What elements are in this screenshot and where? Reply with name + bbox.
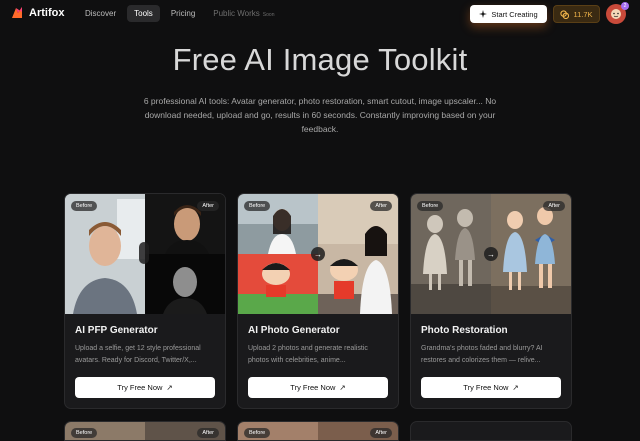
compare-handle-icon[interactable] xyxy=(139,242,149,264)
coins-icon xyxy=(560,9,570,19)
page-subtitle: 6 professional AI tools: Avatar generato… xyxy=(143,96,497,134)
tool-card-partial[interactable]: Before After xyxy=(64,421,226,441)
try-free-button[interactable]: Try Free Now ↗ xyxy=(75,377,215,398)
restored-photo-illustration xyxy=(491,194,571,314)
try-free-label: Try Free Now xyxy=(117,383,163,392)
credits-count: 11.7K xyxy=(573,9,593,19)
input-photos-illustration xyxy=(238,194,318,314)
nav-links: Discover Tools Pricing Public Works Soon xyxy=(78,5,281,22)
after-tag: After xyxy=(197,428,219,438)
after-tag: After xyxy=(197,201,219,211)
compare-arrow-icon[interactable]: → xyxy=(484,247,498,261)
generated-photo-illustration xyxy=(318,194,398,314)
card-description: Upload a selfie, get 12 style profession… xyxy=(75,345,201,364)
top-navbar: Artifox Discover Tools Pricing Public Wo… xyxy=(0,0,640,28)
card-description: Upload 2 photos and generate realistic p… xyxy=(248,345,368,364)
before-image xyxy=(238,194,318,314)
after-image xyxy=(491,194,571,314)
after-tag: After xyxy=(370,201,392,211)
before-after-preview: Before After → xyxy=(238,194,398,314)
try-free-button[interactable]: Try Free Now ↗ xyxy=(248,377,388,398)
before-after-preview: Before After xyxy=(65,194,225,314)
before-tag: Before xyxy=(417,201,444,211)
tool-card-photo-restoration[interactable]: Before After → Photo Restoration Grandma… xyxy=(410,193,572,409)
card-title: Photo Restoration xyxy=(421,325,508,336)
before-after-preview: Before After → xyxy=(411,194,571,314)
after-tag: After xyxy=(370,428,392,438)
after-image xyxy=(318,194,398,314)
before-tag: Before xyxy=(244,428,271,438)
before-image xyxy=(411,194,491,314)
tool-card-pfp-generator[interactable]: Before After AI PFP Generator Upload a s… xyxy=(64,193,226,409)
styled-avatars-illustration xyxy=(145,194,225,314)
try-free-button[interactable]: Try Free Now ↗ xyxy=(421,377,561,398)
card-title: AI PFP Generator xyxy=(75,325,158,336)
soon-badge: Soon xyxy=(262,12,275,18)
nav-public-works[interactable]: Public Works Soon xyxy=(206,5,281,22)
brand-logo[interactable]: Artifox xyxy=(10,6,64,20)
before-image xyxy=(65,194,145,314)
card-title: AI Photo Generator xyxy=(248,325,340,336)
tool-card-partial[interactable]: Before After xyxy=(237,421,399,441)
sparkle-icon xyxy=(479,10,488,18)
arrow-up-right-icon: ↗ xyxy=(512,383,519,392)
credits-balance[interactable]: 11.7K xyxy=(553,5,600,23)
arrow-up-right-icon: ↗ xyxy=(339,383,346,392)
card-description: Grandma's photos faded and blurry? AI re… xyxy=(421,345,543,364)
avatar-face-icon xyxy=(611,9,621,19)
fox-logo-icon xyxy=(12,7,22,18)
arrow-up-right-icon: ↗ xyxy=(166,383,173,392)
compare-arrow-icon[interactable]: → xyxy=(311,247,325,261)
try-free-label: Try Free Now xyxy=(290,383,336,392)
before-tag: Before xyxy=(71,201,98,211)
before-tag: Before xyxy=(244,201,271,211)
tool-card-partial[interactable] xyxy=(410,421,572,441)
brand-name: Artifox xyxy=(29,7,65,19)
after-image xyxy=(145,194,225,314)
start-creating-label: Start Creating xyxy=(491,9,538,19)
try-free-label: Try Free Now xyxy=(463,383,509,392)
nav-public-works-label: Public Works xyxy=(213,9,260,18)
old-photo-illustration xyxy=(411,194,491,314)
selfie-illustration xyxy=(65,194,145,314)
before-tag: Before xyxy=(71,428,98,438)
nav-tools[interactable]: Tools xyxy=(127,5,160,22)
start-creating-button[interactable]: Start Creating xyxy=(470,5,547,23)
page-title: Free AI Image Toolkit xyxy=(172,42,468,77)
notification-badge: 2 xyxy=(621,2,629,10)
nav-pricing[interactable]: Pricing xyxy=(164,5,202,22)
after-tag: After xyxy=(543,201,565,211)
nav-discover[interactable]: Discover xyxy=(78,5,123,22)
tool-card-photo-generator[interactable]: Before After → AI Photo Generator Upload… xyxy=(237,193,399,409)
user-avatar[interactable]: 2 xyxy=(606,2,629,24)
